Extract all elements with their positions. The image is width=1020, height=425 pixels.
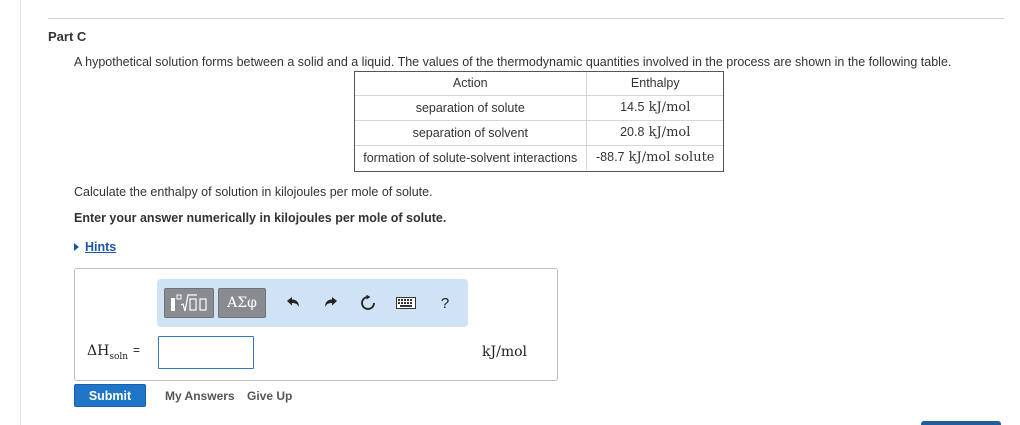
answer-label: ΔHsoln =: [87, 343, 140, 362]
table-cell-action: separation of solute: [355, 94, 586, 120]
enthalpy-unit: kJ/mol: [648, 100, 691, 115]
my-answers-link[interactable]: My Answers: [165, 389, 235, 403]
left-gutter-divider: [20, 0, 21, 425]
caret-right-icon: [74, 243, 79, 251]
enthalpy-value: 20.8: [620, 125, 645, 139]
redo-icon[interactable]: [319, 291, 343, 315]
table-header-enthalpy: Enthalpy: [585, 72, 724, 95]
continue-button[interactable]: [921, 421, 1001, 425]
enthalpy-unit: kJ/mol: [648, 125, 691, 140]
problem-intro: A hypothetical solution forms between a …: [74, 55, 952, 69]
answer-unit: kJ/mol: [482, 344, 527, 360]
undo-icon[interactable]: [281, 291, 305, 315]
instruction-text: Enter your answer numerically in kilojou…: [74, 211, 447, 225]
enthalpy-value: 14.5: [620, 100, 645, 114]
keyboard-icon[interactable]: [394, 291, 418, 315]
enthalpy-value: -88.7: [596, 150, 625, 165]
answer-label-main: ΔH: [87, 343, 110, 359]
enthalpy-unit: kJ/mol solute: [628, 150, 715, 166]
hints-toggle[interactable]: Hints: [74, 240, 116, 254]
table-row: separation of solute 14.5 kJ/mol: [355, 94, 724, 120]
table-cell-action: separation of solvent: [355, 119, 586, 145]
table-cell-enthalpy: 20.8 kJ/mol: [585, 119, 724, 145]
hints-link[interactable]: Hints: [85, 240, 116, 254]
help-icon[interactable]: ?: [433, 291, 457, 315]
table-cell-action: formation of solute-solvent interactions: [355, 144, 586, 170]
top-divider: [48, 18, 1004, 19]
give-up-link[interactable]: Give Up: [247, 389, 292, 403]
part-title: Part C: [48, 29, 87, 44]
answer-input[interactable]: [158, 336, 254, 369]
thermodynamic-table: Action Enthalpy separation of solute 14.…: [355, 72, 724, 170]
table-cell-enthalpy: -88.7 kJ/mol solute: [585, 144, 724, 170]
answer-label-subscript: soln: [109, 351, 129, 362]
submit-button[interactable]: Submit: [74, 384, 146, 407]
math-toolbar: ΑΣφ ?: [157, 279, 468, 327]
table-row: separation of solvent 20.8 kJ/mol: [355, 119, 724, 145]
table-row: formation of solute-solvent interactions…: [355, 144, 724, 170]
answer-label-equals: =: [133, 343, 141, 357]
greek-symbols-icon[interactable]: ΑΣφ: [218, 288, 266, 318]
table-header-action: Action: [452, 76, 488, 91]
reset-icon[interactable]: [356, 291, 380, 315]
question-text: Calculate the enthalpy of solution in ki…: [74, 185, 433, 199]
table-header-row: Action Enthalpy: [355, 72, 724, 95]
table-cell-enthalpy: 14.5 kJ/mol: [585, 94, 724, 120]
template-icon[interactable]: [164, 288, 214, 318]
